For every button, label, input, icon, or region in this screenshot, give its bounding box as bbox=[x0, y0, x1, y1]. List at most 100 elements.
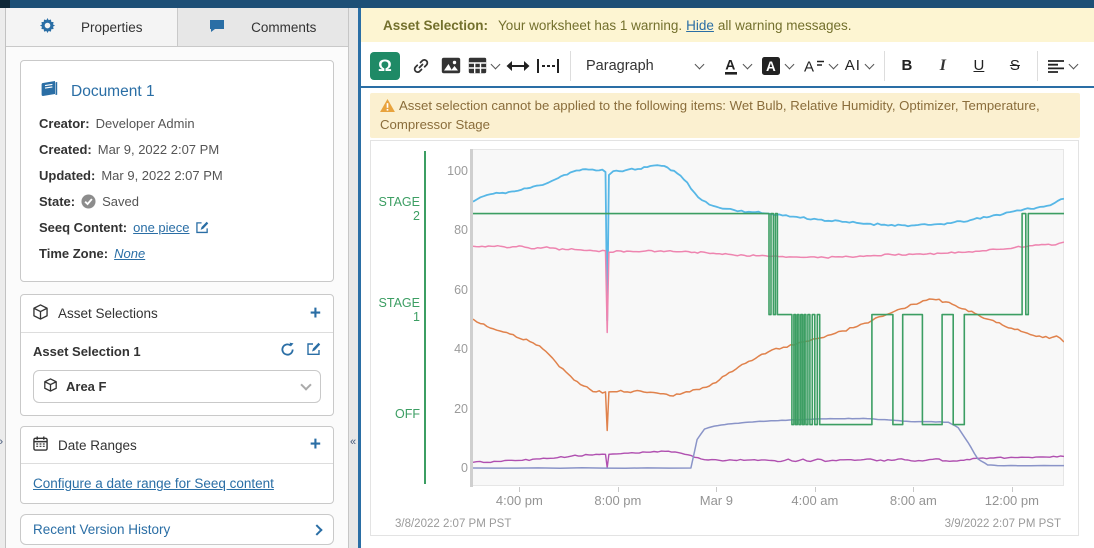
font-color-dropdown[interactable]: A bbox=[723, 51, 753, 81]
font-family-dropdown[interactable]: AI bbox=[845, 51, 875, 81]
warning-text: Asset selection cannot be applied to the… bbox=[380, 98, 1040, 132]
banner-suffix: all warning messages. bbox=[718, 18, 852, 33]
tab-comments[interactable]: Comments bbox=[178, 8, 349, 46]
series-compressor-stage-step[interactable] bbox=[473, 214, 1064, 425]
created-value: Mar 9, 2022 2:07 PM bbox=[98, 142, 219, 157]
x-axis-tick-label: 8:00 pm bbox=[594, 493, 641, 508]
plot-area[interactable] bbox=[473, 149, 1064, 486]
asset-selections-card: Asset Selections + Asset Selection 1 Are… bbox=[20, 294, 334, 416]
stage-axis-label: STAGE 2 bbox=[371, 195, 420, 223]
trend-chart[interactable]: 3/8/2022 2:07 PM PST 3/9/2022 2:07 PM PS… bbox=[370, 140, 1079, 536]
edit-icon[interactable] bbox=[196, 221, 209, 234]
creator-value: Developer Admin bbox=[96, 116, 195, 131]
seeq-content-link[interactable]: one piece bbox=[133, 220, 189, 235]
x-axis-tick bbox=[716, 487, 717, 492]
asset-select-dropdown[interactable]: Area F bbox=[33, 370, 321, 403]
y-axis-tick-label: 0 bbox=[429, 461, 468, 475]
range-start-stamp: 3/8/2022 2:07 PM PST bbox=[395, 518, 511, 530]
font-background-dropdown[interactable]: A bbox=[761, 51, 795, 81]
worksheet-warning-banner: Asset Selection: Your worksheet has 1 wa… bbox=[361, 8, 1094, 42]
banner-prefix: Asset Selection: bbox=[383, 18, 488, 33]
x-axis-tick-label: Mar 9 bbox=[700, 493, 733, 508]
x-axis-tick-label: 4:00 am bbox=[791, 493, 838, 508]
journal-icon bbox=[39, 81, 59, 103]
svg-text:A: A bbox=[766, 59, 776, 74]
svg-text:A: A bbox=[804, 58, 814, 75]
top-chrome-bar bbox=[0, 0, 1094, 8]
insert-seeq-content-button[interactable]: Ω bbox=[370, 52, 400, 80]
document-editor-pane: Asset Selection: Your worksheet has 1 wa… bbox=[361, 8, 1094, 548]
strikethrough-button[interactable]: S bbox=[1002, 51, 1028, 81]
italic-label: I bbox=[940, 57, 946, 75]
insert-table-button[interactable] bbox=[468, 51, 501, 81]
bold-button[interactable]: B bbox=[894, 51, 920, 81]
hide-warnings-link[interactable]: Hide bbox=[686, 18, 714, 33]
asset-cube-icon-small bbox=[44, 378, 57, 395]
chevron-down-icon bbox=[742, 59, 752, 69]
date-ranges-header: Date Ranges bbox=[58, 438, 137, 453]
chevron-right-icon bbox=[311, 524, 322, 535]
collapse-left-panel-arrow[interactable]: « bbox=[350, 436, 356, 448]
configure-date-range-link[interactable]: Configure a date range for Seeq content bbox=[33, 476, 274, 491]
updated-value: Mar 9, 2022 2:07 PM bbox=[101, 168, 222, 183]
refresh-icon[interactable] bbox=[280, 342, 295, 360]
x-axis-tick bbox=[815, 487, 816, 492]
x-axis-tick-label: 12:00 pm bbox=[985, 493, 1039, 508]
add-asset-selection-button[interactable]: + bbox=[310, 307, 321, 321]
chevron-down-icon bbox=[864, 59, 874, 69]
recent-version-history-button[interactable]: Recent Version History bbox=[20, 514, 334, 545]
x-axis-tick bbox=[913, 487, 914, 492]
x-axis-tick bbox=[519, 487, 520, 492]
y-axis-tick-label: 20 bbox=[429, 402, 468, 416]
paragraph-style-dropdown[interactable]: Paragraph bbox=[580, 51, 711, 81]
chevron-down-icon bbox=[300, 379, 311, 390]
chevron-down-icon bbox=[694, 59, 704, 69]
font-size-dropdown[interactable]: A bbox=[803, 51, 839, 81]
y-axis-tick-label: 100 bbox=[429, 164, 468, 178]
tab-properties-label: Properties bbox=[81, 20, 143, 35]
add-date-range-button[interactable]: + bbox=[310, 438, 321, 452]
y-axis-tick-label: 80 bbox=[429, 223, 468, 237]
chevron-down-icon bbox=[1068, 59, 1078, 69]
range-end-stamp: 3/9/2022 2:07 PM PST bbox=[945, 518, 1061, 530]
panel-tabbar: Properties Comments bbox=[6, 8, 348, 47]
paragraph-style-label: Paragraph bbox=[586, 58, 654, 74]
chevron-down-icon bbox=[491, 59, 501, 69]
underline-button[interactable]: U bbox=[966, 51, 992, 81]
strikethrough-label: S bbox=[1010, 57, 1020, 74]
editor-toolbar: Ω Paragraph A A A bbox=[361, 45, 1094, 88]
y-axis-tick-label: 60 bbox=[429, 283, 468, 297]
date-ranges-card: Date Ranges + Configure a date range for… bbox=[20, 426, 334, 504]
document-title: Document 1 bbox=[71, 83, 155, 101]
properties-panel: Properties Comments Document 1 Creator:D… bbox=[6, 8, 348, 548]
page-break-icon[interactable] bbox=[535, 51, 561, 81]
insert-image-icon[interactable] bbox=[438, 51, 464, 81]
tab-comments-label: Comments bbox=[251, 20, 316, 35]
saved-check-icon bbox=[81, 194, 96, 209]
state-label: State: bbox=[39, 194, 75, 209]
font-family-label: AI bbox=[845, 57, 861, 74]
updated-label: Updated: bbox=[39, 168, 95, 183]
edit-selection-icon[interactable] bbox=[307, 342, 321, 360]
underline-label: U bbox=[973, 57, 984, 74]
text-align-dropdown[interactable] bbox=[1047, 51, 1079, 81]
link-icon[interactable] bbox=[408, 51, 434, 81]
banner-message: Your worksheet has 1 warning. bbox=[498, 18, 682, 33]
stage-axis-label: OFF bbox=[371, 407, 420, 421]
italic-button[interactable]: I bbox=[930, 51, 956, 81]
tab-properties[interactable]: Properties bbox=[6, 8, 178, 46]
warning-triangle-icon bbox=[380, 99, 395, 112]
asset-selection-name: Asset Selection 1 bbox=[33, 344, 141, 359]
horizontal-line-icon[interactable] bbox=[505, 51, 531, 81]
gear-icon bbox=[40, 18, 55, 36]
stage-axis-line bbox=[424, 151, 426, 484]
series-orange-line[interactable] bbox=[473, 299, 1064, 431]
expand-left-panel-arrow[interactable]: » bbox=[0, 436, 3, 448]
svg-text:A: A bbox=[725, 56, 735, 72]
time-zone-link[interactable]: None bbox=[114, 246, 145, 261]
x-axis-tick-label: 8:00 am bbox=[890, 493, 937, 508]
x-axis-tick bbox=[1012, 487, 1013, 492]
chevron-down-icon bbox=[828, 59, 838, 69]
calendar-icon bbox=[33, 436, 48, 454]
state-value: Saved bbox=[102, 194, 139, 209]
